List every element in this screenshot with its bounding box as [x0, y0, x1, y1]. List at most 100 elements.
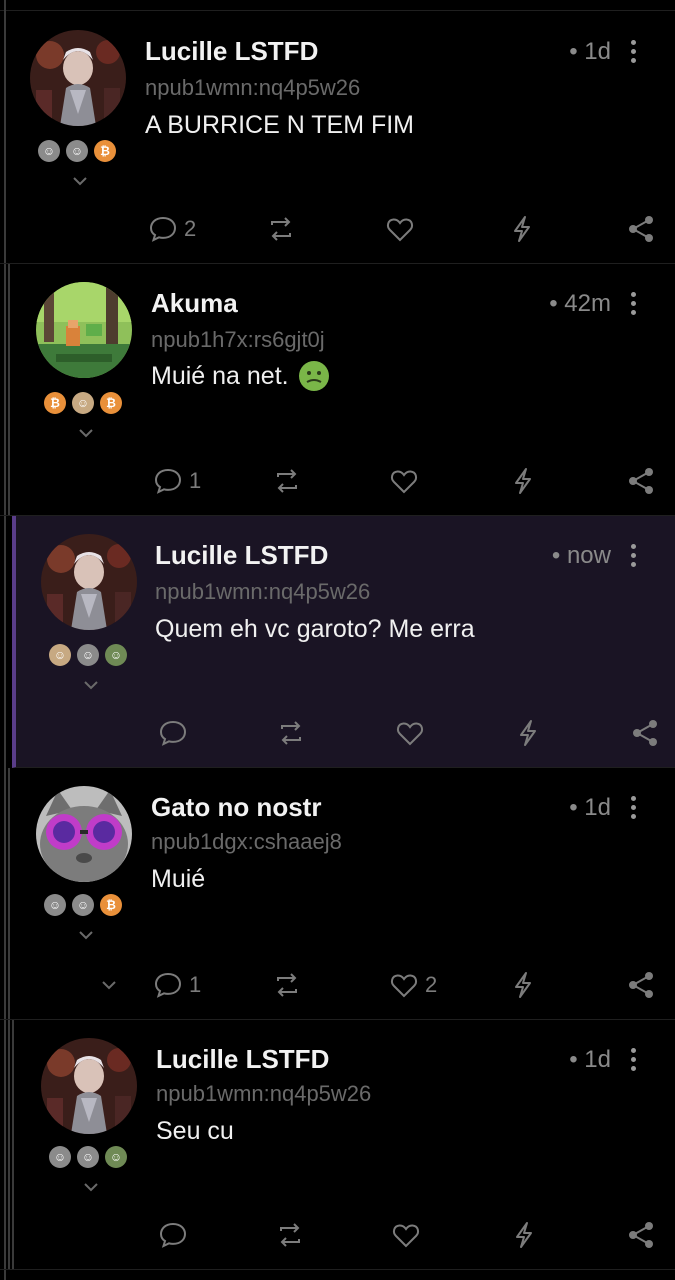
chevron-down-icon[interactable] [79, 428, 93, 438]
chevron-down-icon[interactable] [84, 680, 98, 690]
badge-icon: ☺ [44, 894, 66, 916]
timestamp: • 1d [569, 38, 611, 65]
more-vertical-icon[interactable] [628, 544, 638, 570]
badge-icon: ☺ [66, 140, 88, 162]
chevron-down-icon[interactable] [73, 176, 87, 186]
reply-button[interactable]: 1 [153, 968, 201, 1002]
more-vertical-icon[interactable] [628, 292, 638, 318]
badge-row: ☺ ☺ ☺ [49, 644, 127, 666]
reply-button[interactable]: 2 [148, 212, 196, 246]
like-button[interactable] [385, 212, 421, 246]
note-content: Quem eh vc garoto? Me erra [155, 615, 475, 644]
note-content: Muié na net. [151, 361, 329, 391]
repost-button[interactable] [272, 968, 302, 1002]
expand-thread-button[interactable] [94, 968, 124, 1002]
anime-warrior-avatar-icon [41, 534, 137, 630]
badge-icon: ☺ [38, 140, 60, 162]
like-button[interactable]: 2 [389, 968, 437, 1002]
reply-count: 1 [189, 468, 202, 493]
chevron-down-icon [102, 981, 116, 990]
zap-button[interactable] [513, 716, 543, 750]
reply-button[interactable]: 1 [153, 464, 201, 498]
reply-count: 2 [184, 216, 197, 241]
repost-icon [277, 973, 297, 997]
avatar[interactable] [41, 1038, 137, 1134]
note-card[interactable]: ☺ ☺ ☺ Lucille LSTFD npub1wmn:nq4p5w26 Se… [0, 1020, 675, 1270]
cat-with-glasses-avatar-icon [36, 786, 132, 882]
timestamp: • 42m [549, 290, 611, 317]
badge-icon: ☺ [72, 894, 94, 916]
lightning-icon [514, 216, 530, 242]
author-name[interactable]: Lucille LSTFD [155, 540, 328, 571]
note-text: Seu cu [156, 1117, 234, 1145]
repost-button[interactable] [276, 716, 306, 750]
share-button[interactable] [626, 212, 656, 246]
badge-row: ☺ ☺ ₿ [44, 894, 122, 916]
author-handle: npub1dgx:cshaaej8 [151, 829, 342, 854]
share-button[interactable] [626, 464, 656, 498]
author-name[interactable]: Akuma [151, 288, 238, 319]
chevron-down-icon[interactable] [79, 930, 93, 940]
avatar[interactable] [30, 30, 126, 126]
note-card[interactable]: ₿ ☺ ₿ Akuma npub1h7x:rs6gjt0j Muié na ne… [0, 264, 675, 516]
repost-button[interactable] [266, 212, 296, 246]
reply-button[interactable] [158, 716, 194, 750]
note-text: A BURRICE N TEM FIM [145, 111, 415, 139]
zap-button[interactable] [509, 1218, 539, 1252]
more-vertical-icon[interactable] [628, 1048, 638, 1074]
reply-count: 1 [189, 972, 202, 997]
more-vertical-icon[interactable] [628, 796, 638, 822]
anime-warrior-avatar-icon [30, 30, 126, 126]
avatar[interactable] [36, 786, 132, 882]
action-bar [16, 716, 675, 750]
like-button[interactable] [395, 716, 431, 750]
zap-button[interactable] [507, 212, 537, 246]
author-name[interactable]: Lucille LSTFD [145, 36, 318, 67]
speech-bubble-icon [159, 1222, 187, 1248]
zap-button[interactable] [508, 968, 538, 1002]
author-handle: npub1wmn:nq4p5w26 [155, 579, 371, 604]
bitcoin-icon: ₿ [44, 392, 66, 414]
timestamp: • now [551, 542, 611, 569]
author-handle: npub1wmn:nq4p5w26 [145, 75, 361, 100]
like-button[interactable] [391, 1218, 427, 1252]
share-button[interactable] [630, 716, 660, 750]
zap-button[interactable] [508, 464, 538, 498]
avatar[interactable] [41, 534, 137, 630]
speech-bubble-icon [159, 720, 187, 746]
like-button[interactable] [389, 464, 425, 498]
share-button[interactable] [626, 1218, 656, 1252]
note-card-highlighted[interactable]: ☺ ☺ ☺ Lucille LSTFD npub1wmn:nq4p5w26 Qu… [12, 516, 675, 768]
action-bar: 1 2 [0, 968, 675, 1002]
reply-button[interactable] [158, 1218, 194, 1252]
badge-icon: ☺ [72, 392, 94, 414]
repost-icon [271, 217, 291, 241]
author-name[interactable]: Gato no nostr [151, 792, 321, 823]
heart-icon [386, 218, 414, 242]
bitcoin-icon: ₿ [100, 894, 122, 916]
share-button[interactable] [626, 968, 656, 1002]
badge-icon: ☺ [105, 1146, 127, 1168]
speech-bubble-icon [154, 468, 182, 494]
chevron-down-icon[interactable] [84, 1182, 98, 1192]
heart-icon [396, 722, 424, 746]
note-content: Muié [151, 865, 205, 894]
note-card[interactable]: ☺ ☺ ₿ Lucille LSTFD npub1wmn:nq4p5w26 A … [0, 12, 675, 264]
badge-icon: ☺ [77, 1146, 99, 1168]
lightning-icon [515, 468, 531, 494]
more-vertical-icon[interactable] [628, 40, 638, 66]
anime-warrior-avatar-icon [41, 1038, 137, 1134]
badge-icon: ☺ [49, 1146, 71, 1168]
badge-row: ☺ ☺ ₿ [38, 140, 116, 162]
note-content: A BURRICE N TEM FIM [145, 111, 414, 140]
bitcoin-icon: ₿ [100, 392, 122, 414]
repost-button[interactable] [275, 1218, 305, 1252]
avatar[interactable] [36, 282, 132, 378]
heart-icon [390, 974, 418, 998]
timestamp: • 1d [569, 1046, 611, 1073]
divider [0, 10, 675, 11]
note-card[interactable]: ☺ ☺ ₿ Gato no nostr npub1dgx:cshaaej8 Mu… [0, 768, 675, 1020]
author-handle: npub1h7x:rs6gjt0j [151, 327, 325, 352]
repost-button[interactable] [272, 464, 302, 498]
author-name[interactable]: Lucille LSTFD [156, 1044, 329, 1075]
